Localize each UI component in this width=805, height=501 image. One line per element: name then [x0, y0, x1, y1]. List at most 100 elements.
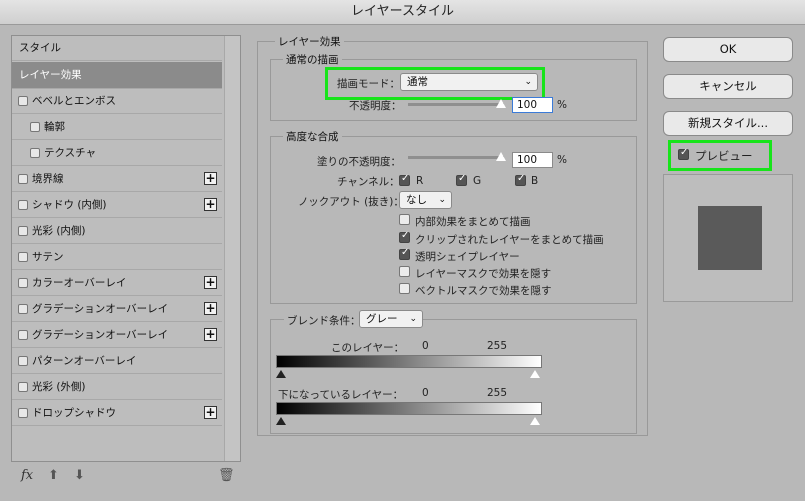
outer-glow-checkbox[interactable]	[18, 382, 28, 392]
sidebar-item-label: グラデーションオーバーレイ	[32, 329, 169, 341]
option-label-2: 透明シェイプレイヤー	[415, 251, 520, 263]
option-label-4: ベクトルマスクで効果を隠す	[415, 285, 552, 297]
option-checkbox-2[interactable]	[399, 247, 410, 260]
channel-g-label: G	[473, 175, 482, 187]
this-layer-max: 255	[487, 340, 508, 352]
option-checkbox-1[interactable]	[399, 230, 410, 243]
sidebar-item-label: グラデーションオーバーレイ	[32, 303, 169, 315]
channel-b-label: B	[531, 175, 539, 187]
this-layer-black-handle[interactable]	[276, 370, 286, 378]
this-layer-gradient	[276, 355, 542, 368]
fx-icon[interactable]: fx	[21, 468, 33, 483]
add-gradient-overlay-plus-icon[interactable]: +	[204, 328, 217, 341]
fill-opacity-slider-track[interactable]	[408, 156, 504, 159]
sidebar-item-inner-glow[interactable]: 光彩 (内側)	[12, 219, 222, 244]
option-label-1: クリップされたレイヤーをまとめて描画	[415, 234, 604, 246]
sidebar-item-stroke[interactable]: 境界線 +	[12, 167, 222, 192]
sidebar-item-bevel-emboss[interactable]: ベベルとエンボス	[12, 89, 222, 114]
sidebar-item-label: ベベルとエンボス	[32, 95, 116, 107]
pattern-overlay-checkbox[interactable]	[18, 356, 28, 366]
list-scrollbar[interactable]	[224, 36, 240, 461]
this-layer-white-handle[interactable]	[530, 370, 540, 378]
underlying-white-handle[interactable]	[530, 417, 540, 425]
add-gradient-overlay-plus-icon[interactable]: +	[204, 302, 217, 315]
texture-checkbox[interactable]	[30, 148, 40, 158]
arrow-down-icon[interactable]: ⬇	[74, 468, 85, 483]
inner-shadow-checkbox[interactable]	[18, 200, 28, 210]
underlying-black-handle[interactable]	[276, 417, 286, 425]
contour-checkbox[interactable]	[30, 122, 40, 132]
layer-effects-title: レイヤー効果	[275, 34, 344, 49]
channel-b-checkbox[interactable]	[515, 173, 526, 186]
opacity-slider-track[interactable]	[408, 103, 504, 106]
sidebar-item-layer-effects[interactable]: レイヤー効果	[12, 62, 222, 89]
list-toolbar: fx ⬆ ⬇ 🗑	[11, 462, 241, 492]
satin-checkbox[interactable]	[18, 252, 28, 262]
add-drop-shadow-plus-icon[interactable]: +	[204, 406, 217, 419]
drop-shadow-checkbox[interactable]	[18, 408, 28, 418]
gradient-overlay-checkbox[interactable]	[18, 330, 28, 340]
stroke-checkbox[interactable]	[18, 174, 28, 184]
sidebar-item-label: パターンオーバーレイ	[32, 355, 137, 367]
option-checkbox-0[interactable]	[399, 214, 410, 225]
option-label-3: レイヤーマスクで効果を隠す	[415, 268, 552, 280]
sidebar-item-gradient-overlay-1[interactable]: グラデーションオーバーレイ +	[12, 297, 222, 322]
sidebar-item-label: スタイル	[19, 42, 61, 54]
new-style-button[interactable]: 新規スタイル...	[663, 111, 793, 136]
option-checkbox-4[interactable]	[399, 283, 410, 294]
fill-opacity-input[interactable]: 100	[512, 152, 553, 168]
blend-mode-highlight	[325, 67, 545, 100]
channels-label: チャンネル：	[337, 176, 400, 188]
sidebar-item-label: 境界線	[32, 173, 64, 185]
opacity-input[interactable]: 100	[512, 97, 553, 113]
sidebar-item-label: シャドウ (内側)	[32, 199, 107, 211]
arrow-up-icon[interactable]: ⬆	[48, 468, 59, 483]
channel-g-checkbox[interactable]	[456, 173, 467, 186]
add-color-overlay-plus-icon[interactable]: +	[204, 276, 217, 289]
sidebar-item-label: テクスチャ	[44, 147, 97, 159]
sidebar-item-styles[interactable]: スタイル	[12, 36, 222, 61]
sidebar-item-label: ドロップシャドウ	[32, 407, 116, 419]
option-checkbox-3[interactable]	[399, 266, 410, 277]
blend-if-value: グレー	[366, 313, 398, 325]
opacity-slider-thumb[interactable]	[496, 99, 506, 108]
knockout-value: なし	[406, 194, 427, 206]
sidebar-item-outer-glow[interactable]: 光彩 (外側)	[12, 375, 222, 400]
sidebar-item-label: レイヤー効果	[19, 69, 82, 81]
underlying-layer-gradient	[276, 402, 542, 415]
add-stroke-plus-icon[interactable]: +	[204, 172, 217, 185]
underlying-layer-min: 0	[422, 387, 429, 399]
fill-opacity-slider-thumb[interactable]	[496, 152, 506, 161]
chevron-down-icon: ⌄	[438, 195, 446, 205]
ok-button[interactable]: OK	[663, 37, 793, 62]
underlying-layer-label: 下になっているレイヤー：	[278, 389, 404, 401]
sidebar-item-color-overlay[interactable]: カラーオーバーレイ +	[12, 271, 222, 296]
inner-glow-checkbox[interactable]	[18, 226, 28, 236]
channel-r-checkbox[interactable]	[399, 173, 410, 186]
blend-if-group	[270, 319, 637, 434]
this-layer-label: このレイヤー：	[331, 342, 405, 354]
channel-r-label: R	[416, 175, 424, 187]
sidebar-item-texture[interactable]: テクスチャ	[12, 141, 222, 166]
fill-opacity-label: 塗りの不透明度：	[317, 156, 401, 168]
trash-icon[interactable]: 🗑	[218, 468, 235, 483]
sidebar-item-inner-shadow[interactable]: シャドウ (内側) +	[12, 193, 222, 218]
bevel-checkbox[interactable]	[18, 96, 28, 106]
sidebar-item-contour[interactable]: 輪郭	[12, 115, 222, 140]
preview-highlight	[668, 140, 772, 171]
sidebar-item-label: サテン	[32, 251, 64, 263]
sidebar-item-gradient-overlay-2[interactable]: グラデーションオーバーレイ +	[12, 323, 222, 348]
sidebar-item-pattern-overlay[interactable]: パターンオーバーレイ	[12, 349, 222, 374]
this-layer-min: 0	[422, 340, 429, 352]
sidebar-item-drop-shadow[interactable]: ドロップシャドウ +	[12, 401, 222, 426]
blend-if-select[interactable]: グレー ⌄	[359, 310, 423, 328]
knockout-select[interactable]: なし ⌄	[399, 191, 452, 209]
normal-blend-legend: 通常の描画	[283, 52, 342, 67]
window-title: レイヤースタイル	[0, 0, 805, 25]
color-overlay-checkbox[interactable]	[18, 278, 28, 288]
preview-box	[663, 174, 793, 302]
sidebar-item-satin[interactable]: サテン	[12, 245, 222, 270]
add-inner-shadow-plus-icon[interactable]: +	[204, 198, 217, 211]
gradient-overlay-checkbox[interactable]	[18, 304, 28, 314]
cancel-button[interactable]: キャンセル	[663, 74, 793, 99]
